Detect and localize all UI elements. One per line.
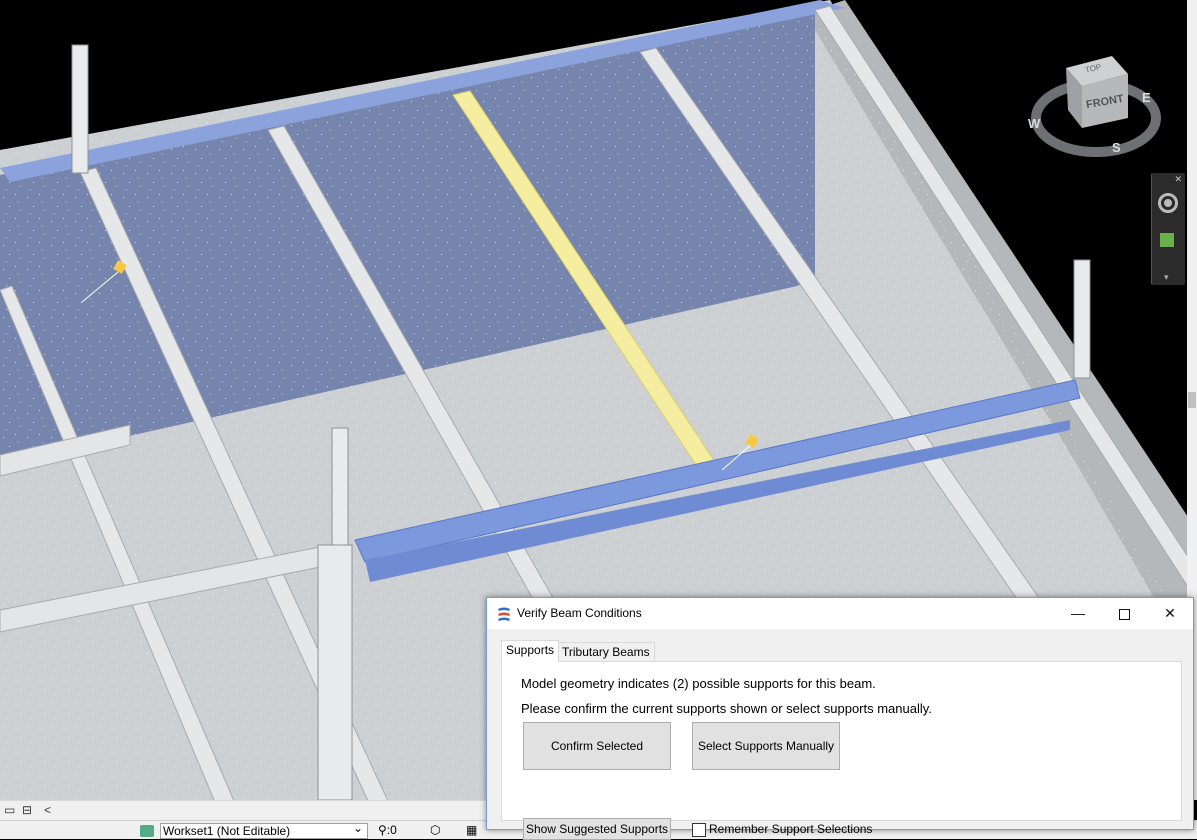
- workset-selector[interactable]: Workset1 (Not Editable): [140, 821, 368, 839]
- app-icon: [498, 607, 510, 621]
- model-icon[interactable]: ▦: [466, 822, 477, 838]
- scroll-thumb[interactable]: [1188, 392, 1196, 408]
- show-suggested-supports-button[interactable]: Show Suggested Supports: [523, 818, 671, 840]
- maximize-icon: [1118, 608, 1130, 620]
- remember-support-selections-label[interactable]: Remember Support Selections: [709, 822, 872, 836]
- minimize-button[interactable]: —: [1055, 598, 1101, 629]
- selection-count: ⚲:0: [378, 823, 397, 837]
- close-button[interactable]: ✕: [1147, 598, 1193, 629]
- geometry-message: Model geometry indicates (2) possible su…: [521, 676, 876, 691]
- workset-dropdown[interactable]: Workset1 (Not Editable): [160, 821, 368, 839]
- remember-support-selections-checkbox[interactable]: [692, 823, 706, 837]
- maximize-button[interactable]: [1101, 598, 1147, 629]
- chevron-down-icon[interactable]: ▾: [1164, 272, 1169, 283]
- steering-wheel-icon[interactable]: [1158, 193, 1178, 213]
- filter-icon[interactable]: ⚲: [378, 823, 387, 837]
- verify-beam-conditions-dialog: Verify Beam Conditions — ✕ Supports Trib…: [486, 597, 1194, 840]
- scale-icon[interactable]: ▭: [4, 803, 15, 817]
- navigation-bar: ✕ ▾: [1151, 173, 1185, 285]
- tab-tributary-beams[interactable]: Tributary Beams: [557, 642, 655, 662]
- confirm-message: Please confirm the current supports show…: [521, 701, 932, 716]
- design-option-icon[interactable]: ⬡: [430, 822, 440, 838]
- dialog-titlebar[interactable]: Verify Beam Conditions — ✕: [487, 598, 1193, 629]
- viewcube-south-label[interactable]: S: [1112, 140, 1121, 155]
- confirm-selected-button[interactable]: Confirm Selected: [523, 722, 671, 770]
- view-control-bar: ▭ ⊟ <: [0, 800, 488, 821]
- zoom-icon[interactable]: [1160, 233, 1174, 247]
- dialog-title: Verify Beam Conditions: [517, 606, 642, 620]
- select-supports-manually-button[interactable]: Select Supports Manually: [692, 722, 840, 770]
- viewcube-west-label[interactable]: W: [1028, 116, 1040, 131]
- viewcube-east-label[interactable]: E: [1142, 90, 1151, 105]
- scroll-left-arrow[interactable]: <: [44, 803, 51, 817]
- tab-supports[interactable]: Supports: [501, 640, 560, 662]
- workset-icon: [140, 824, 154, 837]
- supports-panel: Model geometry indicates (2) possible su…: [501, 661, 1182, 840]
- dialog-body: Supports Tributary Beams Model geometry …: [487, 629, 1193, 840]
- detail-level-icon[interactable]: ⊟: [22, 803, 32, 817]
- close-icon[interactable]: ✕: [1174, 174, 1182, 185]
